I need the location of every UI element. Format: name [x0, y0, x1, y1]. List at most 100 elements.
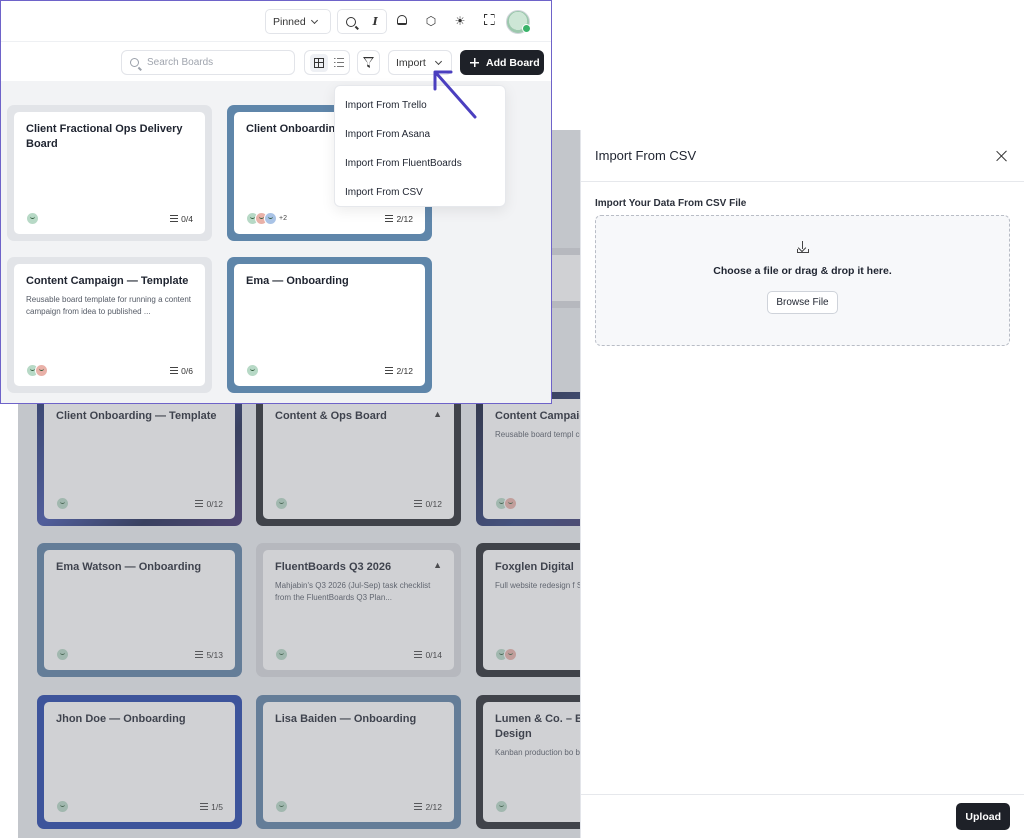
- board-card[interactable]: Ema — Onboarding 2/12: [227, 257, 432, 393]
- menu-item-import-asana[interactable]: Import From Asana: [335, 120, 505, 149]
- task-progress: 0/4: [170, 214, 193, 224]
- pinned-dropdown[interactable]: Pinned: [265, 9, 331, 34]
- browse-file-button[interactable]: Browse File: [767, 291, 838, 314]
- board-title: Content Campaign — Template: [26, 275, 189, 287]
- member-avatar: [495, 800, 508, 813]
- member-avatar: [275, 497, 288, 510]
- checklist-icon: [414, 651, 423, 658]
- checklist-icon: [170, 215, 179, 222]
- settings-hexagon-icon[interactable]: ⬡: [424, 14, 438, 28]
- member-avatar: [264, 212, 277, 225]
- checklist-icon: [195, 651, 204, 658]
- board-card[interactable]: Content Campaig Reusable board templ con…: [476, 392, 580, 526]
- grid-view-icon[interactable]: [310, 53, 328, 72]
- member-avatar: [246, 364, 259, 377]
- board-title: Lumen & Co. – Bra Design: [495, 713, 580, 740]
- extra-members-count: +2: [279, 215, 287, 222]
- import-label: Import: [396, 56, 426, 69]
- board-description: Reusable board template for running a co…: [26, 295, 191, 316]
- dialog-header: Import From CSV: [581, 130, 1024, 182]
- checklist-icon: [195, 500, 204, 507]
- plus-icon: [470, 58, 479, 67]
- board-title: Foxglen Digital: [495, 561, 574, 573]
- fullscreen-icon[interactable]: [482, 14, 496, 28]
- chevron-down-icon: [434, 57, 442, 65]
- board-title: FluentBoards Q3 2026: [275, 561, 392, 573]
- search-boards: [121, 50, 295, 75]
- menu-item-import-fluentboards[interactable]: Import From FluentBoards: [335, 149, 505, 178]
- italic-icon[interactable]: I: [373, 15, 378, 28]
- member-avatar: [26, 212, 39, 225]
- board-card[interactable]: Client Onboarding — Template 0/12: [37, 392, 242, 526]
- user-avatar[interactable]: [506, 10, 531, 34]
- board-title: Lisa Baiden — Onboarding: [275, 713, 417, 725]
- menu-item-import-csv[interactable]: Import From CSV: [335, 178, 505, 207]
- add-board-label: Add Board: [486, 56, 540, 69]
- board-title: Ema Watson — Onboarding: [56, 561, 202, 573]
- member-avatar: [56, 800, 69, 813]
- csv-section-label: Import Your Data From CSV File: [595, 198, 747, 209]
- download-icon: [796, 241, 809, 253]
- file-dropzone[interactable]: Choose a file or drag & drop it here. Br…: [595, 215, 1010, 346]
- member-avatar: [275, 800, 288, 813]
- board-title: Content & Ops Board: [275, 410, 387, 422]
- top-bar: Pinned I ⬡ ☀: [1, 1, 551, 42]
- board-title: Ema — Onboarding: [246, 275, 349, 287]
- boards-window: Pinned I ⬡ ☀ Import Add Board: [0, 0, 552, 404]
- board-description: Kanban production bo brand identity rede…: [495, 748, 580, 757]
- member-avatar: [275, 648, 288, 661]
- task-progress: 0/12: [414, 499, 442, 509]
- board-card[interactable]: Content & Ops Board ▲ 0/12: [256, 392, 461, 526]
- chevron-down-icon: [310, 16, 318, 24]
- close-icon[interactable]: [994, 148, 1010, 164]
- pinned-label: Pinned: [273, 15, 306, 28]
- task-progress: 2/12: [385, 366, 413, 376]
- board-card[interactable]: Lisa Baiden — Onboarding 2/12: [256, 695, 461, 829]
- search-input[interactable]: [145, 56, 285, 69]
- checklist-icon: [385, 367, 394, 374]
- checklist-icon: [170, 367, 179, 374]
- filter-button[interactable]: [357, 50, 380, 75]
- task-progress: 1/5: [200, 802, 223, 812]
- bell-icon[interactable]: [395, 14, 409, 28]
- checklist-icon: [414, 803, 423, 810]
- checklist-icon: [385, 215, 394, 222]
- dropzone-text: Choose a file or drag & drop it here.: [713, 265, 892, 277]
- board-card[interactable]: Client Fractional Ops Delivery Board 0/4: [7, 105, 212, 241]
- upload-button[interactable]: Upload: [956, 803, 1010, 830]
- task-progress: 0/12: [195, 499, 223, 509]
- board-title: Jhon Doe — Onboarding: [56, 713, 186, 725]
- member-avatar: [35, 364, 48, 377]
- board-card[interactable]: Foxglen Digital Full website redesign f …: [476, 543, 580, 677]
- board-card[interactable]: Ema Watson — Onboarding 5/13: [37, 543, 242, 677]
- member-avatar: [504, 497, 517, 510]
- board-card[interactable]: Content Campaign — Template Reusable boa…: [7, 257, 212, 393]
- board-description: Mahjabin's Q3 2026 (Jul-Sep) task checkl…: [275, 581, 431, 602]
- search-icon: [130, 58, 139, 67]
- board-title: Client Onboarding — Template: [56, 410, 217, 422]
- board-description: Full website redesign f Scope: 8 pages, …: [495, 581, 580, 590]
- board-card[interactable]: FluentBoards Q3 2026 ▲ Mahjabin's Q3 202…: [256, 543, 461, 677]
- search-tools: I: [337, 9, 387, 34]
- search-icon[interactable]: [346, 16, 357, 27]
- dialog-footer: Upload: [581, 794, 1024, 838]
- board-card[interactable]: Lumen & Co. – Bra Design Kanban producti…: [476, 695, 580, 829]
- task-progress: 0/14: [414, 650, 442, 660]
- task-progress: 5/13: [195, 650, 223, 660]
- checklist-icon: [414, 500, 423, 507]
- board-title: Client Fractional Ops Delivery Board: [26, 123, 183, 150]
- pin-icon: ▲: [433, 409, 442, 419]
- board-description: Reusable board templ content campaign fr…: [495, 430, 580, 439]
- board-card[interactable]: Jhon Doe — Onboarding 1/5: [37, 695, 242, 829]
- import-csv-dialog: Import From CSV Import Your Data From CS…: [580, 130, 1024, 838]
- member-avatar: [56, 497, 69, 510]
- view-toggle: [304, 50, 350, 75]
- theme-sun-icon[interactable]: ☀: [453, 14, 467, 28]
- filter-icon: [363, 57, 374, 68]
- annotation-arrow-icon: [433, 70, 477, 119]
- list-view-icon[interactable]: [334, 58, 344, 67]
- member-avatar: [56, 648, 69, 661]
- dialog-title: Import From CSV: [595, 148, 697, 163]
- task-progress: 2/12: [385, 214, 413, 224]
- member-avatar: [504, 648, 517, 661]
